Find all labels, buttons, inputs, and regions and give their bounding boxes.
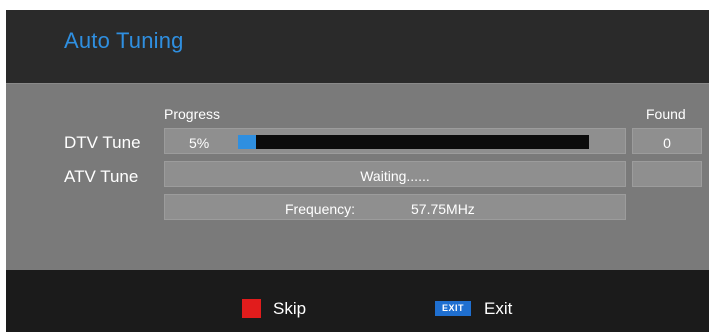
dtv-progress-cell: 5%: [164, 128, 626, 154]
red-square-icon: [242, 299, 261, 318]
tuning-panel: Progress Found DTV Tune 5% 0 ATV Tune Wa…: [6, 83, 709, 271]
dtv-progress-bar: [238, 135, 589, 149]
page-title: Auto Tuning: [64, 28, 184, 53]
frequency-cell: Frequency: 57.75MHz: [164, 194, 626, 220]
dtv-found-cell: 0: [632, 128, 702, 154]
frequency-label: Frequency:: [285, 201, 356, 217]
skip-label: Skip: [273, 299, 307, 318]
atv-found-cell: [632, 161, 702, 187]
progress-column-label: Progress: [164, 106, 221, 122]
exit-key-icon: EXIT: [435, 301, 471, 316]
auto-tuning-screen: Auto Tuning Progress Found DTV Tune 5% 0…: [6, 10, 709, 332]
atv-status-text: Waiting......: [360, 168, 430, 184]
dtv-progress-fill: [238, 135, 256, 149]
dtv-progress-percent: 5%: [189, 135, 210, 151]
skip-button[interactable]: Skip: [242, 299, 322, 319]
footer-hint-bar: Skip EXIT Exit: [6, 270, 709, 332]
dtv-found-count: 0: [663, 135, 671, 151]
exit-label: Exit: [484, 299, 513, 318]
dtv-tune-label: DTV Tune: [64, 133, 141, 152]
found-column-label: Found: [646, 106, 686, 122]
exit-button[interactable]: EXIT Exit: [435, 299, 525, 319]
atv-progress-cell: Waiting......: [164, 161, 626, 187]
atv-tune-label: ATV Tune: [64, 167, 139, 186]
header: Auto Tuning: [6, 10, 709, 83]
frequency-value: 57.75MHz: [411, 201, 475, 217]
